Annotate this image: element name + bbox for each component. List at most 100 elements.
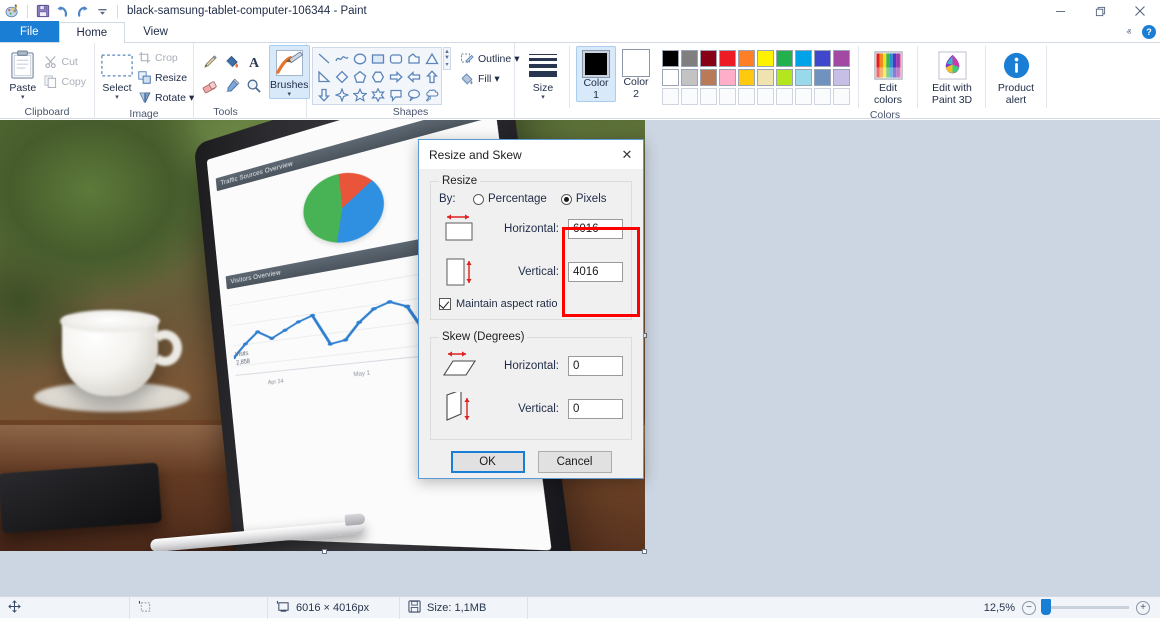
palette-swatch-empty-8[interactable] [814,88,831,105]
palette-swatch-1-7[interactable] [795,69,812,86]
palette-swatch-1-2[interactable] [700,69,717,86]
shapes-gallery-scrollbar[interactable]: ▲ ▼ ▾ [443,47,451,70]
skew-horizontal-input[interactable] [568,356,623,376]
zoom-out-button[interactable]: − [1022,600,1036,615]
chevron-up-icon[interactable]: ⱏ [1127,27,1131,38]
edit-colors-button[interactable]: Edit colors [866,46,910,106]
ok-button[interactable]: OK [450,451,525,473]
palette-swatch-empty-4[interactable] [738,88,755,105]
text-icon[interactable]: A [243,50,265,74]
palette-swatch-0-5[interactable] [757,50,774,67]
redo-icon[interactable] [74,3,91,20]
canvas-resize-handle-bottom[interactable] [322,549,327,554]
paint-app-icon[interactable] [4,3,21,20]
resize-button[interactable]: Resize [134,68,197,87]
palette-swatch-0-2[interactable] [700,50,717,67]
six-point-star-shape[interactable] [369,86,387,104]
size-dropdown-arrow[interactable]: ▾ [541,94,545,101]
right-arrow-shape[interactable] [387,68,405,86]
palette-swatch-1-4[interactable] [738,69,755,86]
magnifier-icon[interactable] [243,74,265,98]
maintain-aspect-ratio-checkbox[interactable] [439,298,451,310]
zoom-in-button[interactable]: + [1136,600,1150,615]
undo-icon[interactable] [54,3,71,20]
palette-swatch-empty-6[interactable] [776,88,793,105]
hexagon-shape[interactable] [369,68,387,86]
resize-and-skew-dialog[interactable]: Resize and Skew ✕ Resize By: Percentage … [418,139,644,479]
palette-swatch-0-1[interactable] [681,50,698,67]
product-alert-button[interactable]: Product alert [992,46,1040,106]
oval-callout-shape[interactable] [405,86,423,104]
radio-percentage[interactable] [473,193,484,205]
fill-dropdown-arrow[interactable]: ▾ [494,73,499,85]
palette-swatch-1-9[interactable] [833,69,850,86]
edit-with-paint3d-button[interactable]: Edit with Paint 3D [925,46,979,106]
palette-swatch-0-6[interactable] [776,50,793,67]
zoom-slider-handle[interactable] [1041,599,1051,615]
palette-swatch-empty-7[interactable] [795,88,812,105]
curve-shape[interactable] [333,50,351,68]
crop-button[interactable]: Crop [134,48,197,67]
select-dropdown-arrow[interactable]: ▾ [115,94,119,101]
resize-horizontal-input[interactable] [568,219,623,239]
paste-dropdown-arrow[interactable]: ▾ [21,94,25,101]
left-arrow-shape[interactable] [405,68,423,86]
down-arrow-shape[interactable] [315,86,333,104]
cloud-callout-shape[interactable] [423,86,441,104]
palette-swatch-0-8[interactable] [814,50,831,67]
palette-swatch-empty-0[interactable] [662,88,679,105]
pentagon-shape[interactable] [351,68,369,86]
palette-swatch-0-9[interactable] [833,50,850,67]
radio-pixels[interactable] [560,193,572,205]
eraser-icon[interactable] [199,74,221,98]
palette-swatch-0-0[interactable] [662,50,679,67]
right-triangle-shape[interactable] [315,68,333,86]
skew-vertical-input[interactable] [568,399,623,419]
resize-vertical-input[interactable] [568,262,623,282]
zoom-slider[interactable] [1041,599,1129,615]
tab-view[interactable]: View [125,21,186,42]
palette-swatch-1-3[interactable] [719,69,736,86]
four-point-star-shape[interactable] [333,86,351,104]
cancel-button[interactable]: Cancel [537,451,612,473]
rounded-rectangle-shape[interactable] [387,50,405,68]
five-point-star-shape[interactable] [351,86,369,104]
size-button[interactable]: Size ▾ [523,46,563,101]
color-picker-icon[interactable] [221,74,243,98]
outline-button[interactable]: Outline ▾ [457,49,523,68]
canvas-resize-handle-corner[interactable] [642,549,647,554]
save-icon[interactable] [34,3,51,20]
palette-swatch-1-5[interactable] [757,69,774,86]
copy-button[interactable]: Copy [40,72,89,91]
color2-button[interactable]: Color 2 [616,46,656,100]
close-icon[interactable]: ✕ [611,140,643,169]
brushes-dropdown-arrow[interactable]: ▾ [288,91,292,98]
palette-swatch-1-1[interactable] [681,69,698,86]
palette-swatch-0-7[interactable] [795,50,812,67]
palette-swatch-empty-2[interactable] [700,88,717,105]
close-button[interactable] [1120,0,1160,22]
palette-swatch-0-3[interactable] [719,50,736,67]
palette-swatch-1-0[interactable] [662,69,679,86]
palette-swatch-empty-9[interactable] [833,88,850,105]
palette-swatch-empty-1[interactable] [681,88,698,105]
palette-swatch-1-8[interactable] [814,69,831,86]
polygon-shape[interactable] [405,50,423,68]
scroll-more-icon[interactable]: ▾ [445,61,448,68]
line-shape[interactable] [315,50,333,68]
triangle-shape[interactable] [423,50,441,68]
rotate-button[interactable]: Rotate ▾ [134,88,197,107]
brushes-button[interactable]: Brushes ▾ [269,45,310,99]
palette-swatch-1-6[interactable] [776,69,793,86]
tab-home[interactable]: Home [58,22,126,43]
up-arrow-shape[interactable] [423,68,441,86]
diamond-shape[interactable] [333,68,351,86]
tab-file[interactable]: File [0,21,59,42]
minimize-button[interactable] [1040,0,1080,22]
palette-swatch-empty-3[interactable] [719,88,736,105]
select-button[interactable]: Select ▾ [100,46,134,101]
fill-with-color-icon[interactable] [221,50,243,74]
rectangle-shape[interactable] [369,50,387,68]
help-icon[interactable]: ? [1142,25,1156,39]
customize-qat-icon[interactable] [94,3,111,20]
